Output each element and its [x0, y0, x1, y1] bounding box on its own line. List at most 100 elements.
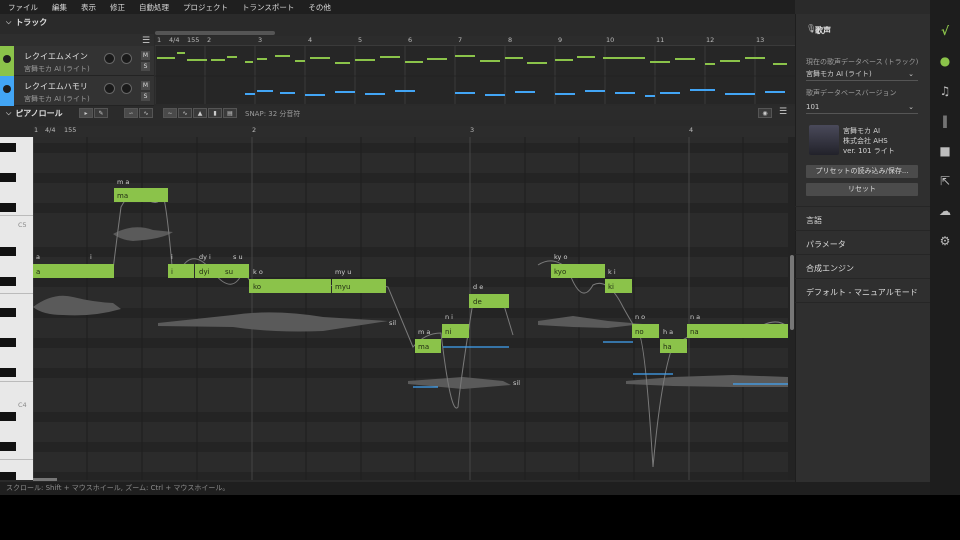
note-phoneme: n o [635, 313, 645, 321]
piano-keyboard[interactable]: C5 C4 [0, 137, 33, 480]
voice-company: 株式会社 AHS [843, 137, 888, 145]
black-key[interactable] [0, 203, 16, 212]
section-parameters[interactable]: パラメータ [806, 239, 846, 250]
track-section-header[interactable]: ⌵ トラック [0, 15, 47, 29]
voice-db-value: 宮舞モカ AI (ライト) [806, 70, 872, 78]
note-lyric: no [635, 328, 644, 336]
volume-icon[interactable]: ▲ [193, 108, 207, 118]
track-color-harmony [0, 76, 14, 106]
black-key[interactable] [0, 277, 16, 286]
piano-roll-ruler[interactable]: 1 4/4 155 2 3 4 [33, 126, 795, 137]
pan-knob[interactable] [121, 53, 132, 64]
black-key[interactable] [0, 412, 16, 421]
cloud-icon[interactable]: ☁ [936, 202, 954, 220]
menu-transport[interactable]: トランスポート [242, 2, 294, 13]
chevron-down-icon[interactable]: ⌵ [6, 109, 11, 118]
horizontal-scroll-thumb[interactable] [33, 478, 57, 481]
preset-button[interactable]: プリセットの読み込み/保存... [806, 165, 918, 178]
black-key[interactable] [0, 173, 16, 182]
section-language[interactable]: 言語 [806, 215, 822, 226]
section-default-mode[interactable]: デフォルト - マニュアルモード [806, 287, 918, 298]
export-icon[interactable]: ⇱ [936, 172, 954, 190]
mic-icon[interactable]: ● [936, 52, 954, 70]
ruler-bar-label: 2 [252, 126, 257, 134]
select-tool-icon[interactable]: ▸ [79, 108, 93, 118]
menu-auto[interactable]: 自動処理 [139, 2, 169, 13]
voice-version: ver. 101 ライト [843, 147, 895, 155]
menu-edit[interactable]: 編集 [52, 2, 67, 13]
ruler-bar-label: 4 [689, 126, 694, 134]
voice-avatar [809, 125, 839, 155]
mute-button[interactable]: M [141, 51, 150, 60]
user-icon [3, 55, 11, 63]
track-timeline[interactable] [155, 36, 795, 104]
camera-icon[interactable]: ◉ [758, 108, 772, 118]
menu-modify[interactable]: 修正 [110, 2, 125, 13]
timing-icon[interactable]: ▮ [208, 108, 222, 118]
voice-version-select[interactable]: 101 ⌄ [806, 101, 918, 114]
black-key[interactable] [0, 338, 16, 347]
note-phoneme: m a [117, 178, 129, 186]
ruler-bar-label: 8 [508, 36, 513, 44]
key-divider [0, 459, 33, 460]
vibrato-icon[interactable]: ∿ [178, 108, 192, 118]
divider [795, 230, 930, 231]
piano-roll-title: ピアノロール [15, 108, 63, 118]
note-lyric: de [473, 298, 482, 306]
black-key[interactable] [0, 308, 16, 317]
voice-panel-title: 歌声 [815, 26, 831, 35]
divider [795, 254, 930, 255]
vertical-scroll-thumb[interactable] [790, 255, 794, 330]
track-overview [155, 36, 795, 104]
voice-db-select[interactable]: 宮舞モカ AI (ライト) ⌄ [806, 68, 918, 81]
black-key[interactable] [0, 442, 16, 451]
note-phoneme: ky o [554, 253, 567, 261]
track-ruler[interactable]: 1 4/4 155 2 3 4 5 6 7 8 9 10 11 12 13 [155, 36, 795, 46]
waveform-icon[interactable]: ▤ [223, 108, 237, 118]
menu-other[interactable]: その他 [308, 2, 331, 13]
track-harmony[interactable]: レクイエムハモリ 宮舞モカ AI (ライト) M S [0, 76, 154, 106]
pencil-tool-icon[interactable]: ✎ [94, 108, 108, 118]
pan-knob[interactable] [121, 83, 132, 94]
piano-roll-grid[interactable]: ma a i dyi su ko myu ma ni de kyo ki no … [33, 137, 788, 480]
pitch-line-icon[interactable]: ∼ [163, 108, 177, 118]
track-scrollbar[interactable] [155, 31, 275, 35]
gear-icon[interactable]: ⚙ [936, 232, 954, 250]
library-icon[interactable]: ‖ [936, 112, 954, 130]
note-canvas[interactable]: ma a i dyi su ko myu ma ni de kyo ki no … [33, 137, 788, 480]
black-key[interactable] [0, 368, 16, 377]
note-phoneme: n a [690, 313, 700, 321]
black-key[interactable] [0, 247, 16, 256]
black-key[interactable] [0, 472, 16, 480]
music-note-icon[interactable]: ♫ [936, 82, 954, 100]
note-phoneme: m a [418, 328, 430, 336]
track-main[interactable]: レクイエムメイン 宮舞モカ AI (ライト) M S [0, 46, 154, 76]
pitch-tool-icon[interactable]: ∽ [124, 108, 138, 118]
piano-roll-header[interactable]: ⌵ ピアノロール [0, 106, 63, 120]
reset-button[interactable]: リセット [806, 183, 918, 196]
track-section-title: トラック [15, 17, 48, 27]
track-menu-icon[interactable]: ☰ [142, 36, 150, 46]
note-phoneme: a [36, 253, 40, 261]
menu-file[interactable]: ファイル [8, 2, 38, 13]
ruler-bar-label: 3 [470, 126, 475, 134]
time-signature: 4/4 [169, 36, 180, 44]
ruler-bar-label: 4 [308, 36, 313, 44]
piano-roll-menu-icon[interactable]: ☰ [776, 108, 790, 118]
solo-button[interactable]: S [141, 62, 150, 71]
volume-knob[interactable] [104, 83, 115, 94]
curve-tool-icon[interactable]: ∿ [139, 108, 153, 118]
menu-view[interactable]: 表示 [81, 2, 96, 13]
chevron-down-icon[interactable]: ⌵ [6, 18, 11, 27]
note-phoneme: dy i [199, 253, 211, 261]
app-window: ファイル 編集 表示 修正 自動処理 プロジェクト トランスポート その他 ⌵ … [0, 0, 960, 495]
solo-button[interactable]: S [141, 92, 150, 101]
black-key[interactable] [0, 143, 16, 152]
book-icon[interactable]: ■ [936, 142, 954, 160]
menu-project[interactable]: プロジェクト [183, 2, 228, 13]
section-synth-engine[interactable]: 合成エンジン [806, 263, 854, 274]
track-voice: 宮舞モカ AI (ライト) [24, 65, 90, 73]
volume-knob[interactable] [104, 53, 115, 64]
mute-button[interactable]: M [141, 81, 150, 90]
snap-setting[interactable]: SNAP: 32 分音符 [245, 109, 300, 119]
